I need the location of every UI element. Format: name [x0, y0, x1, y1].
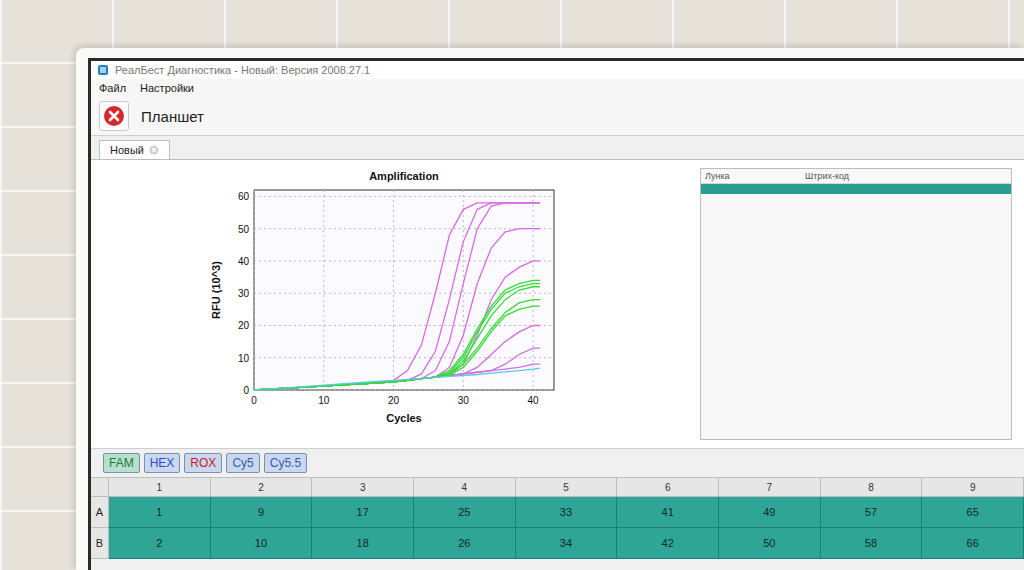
plate-column-header[interactable]: 1: [109, 477, 211, 497]
plate-column-header[interactable]: 3: [312, 477, 414, 497]
channel-button[interactable]: FAM: [103, 453, 140, 473]
plate-column-header[interactable]: 5: [516, 477, 618, 497]
amplification-curve: [254, 261, 540, 390]
tab-close-icon[interactable]: [149, 145, 159, 155]
amplification-chart: Amplification 0 10 20 30 40 50 60 0 10 20 30 40 Cycle…: [206, 166, 586, 438]
column-header[interactable]: Лунка: [705, 171, 805, 181]
chart-title: Amplification: [369, 170, 439, 182]
svg-text:0: 0: [251, 395, 257, 406]
svg-text:30: 30: [457, 395, 469, 406]
plate-well[interactable]: 66: [922, 528, 1024, 559]
svg-text:10: 10: [237, 353, 249, 364]
amplification-curve: [254, 364, 540, 390]
plate-well[interactable]: 42: [617, 528, 719, 559]
svg-text:20: 20: [237, 320, 249, 331]
tab[interactable]: Новый: [99, 140, 170, 159]
plate-well[interactable]: 18: [312, 528, 414, 559]
amplification-curve: [254, 203, 540, 390]
amplification-curve: [254, 300, 540, 390]
svg-text:10: 10: [318, 395, 330, 406]
well-table-row[interactable]: [701, 184, 1011, 194]
plate-column-header[interactable]: 7: [719, 477, 821, 497]
menu-item[interactable]: Настройки: [140, 82, 194, 94]
x-tick: 20: [387, 190, 399, 406]
x-axis-label: Cycles: [386, 412, 421, 424]
y-tick: 60: [237, 191, 553, 202]
amplification-curve: [254, 203, 540, 390]
column-header[interactable]: Штрих-код: [805, 171, 1007, 181]
plate-row-header[interactable]: A: [91, 497, 109, 528]
plate-column-header[interactable]: 6: [617, 477, 719, 497]
plate-well[interactable]: 10: [211, 528, 313, 559]
plate-well[interactable]: 1: [109, 497, 211, 528]
amplification-curve: [254, 368, 540, 390]
plate-well[interactable]: 58: [821, 528, 923, 559]
svg-text:50: 50: [237, 224, 249, 235]
plate-column-header[interactable]: 2: [211, 477, 313, 497]
plate-well[interactable]: 65: [922, 497, 1024, 528]
plate-well[interactable]: 9: [211, 497, 313, 528]
svg-text:0: 0: [243, 385, 249, 396]
plot-area: [254, 190, 554, 390]
plate-well[interactable]: 41: [617, 497, 719, 528]
plate-column-header[interactable]: 4: [414, 477, 516, 497]
amplification-curve: [254, 284, 540, 390]
channel-button[interactable]: ROX: [184, 453, 222, 473]
amplification-curve: [254, 229, 540, 390]
menu-item[interactable]: Файл: [99, 82, 126, 94]
channel-bar: FAMHEXROXCy5Cy5.5: [91, 449, 1024, 477]
x-tick: 0: [251, 190, 257, 406]
amplification-curve: [254, 306, 540, 390]
plate-grid: 123456789A1917253341495765B2101826344250…: [91, 477, 1024, 559]
y-tick: 40: [237, 256, 553, 267]
well-table-header: ЛункаШтрих-код: [701, 169, 1011, 184]
plate-column-header[interactable]: 8: [821, 477, 923, 497]
plate-well[interactable]: 50: [719, 528, 821, 559]
amplification-curve: [254, 280, 540, 390]
plate-well[interactable]: 57: [821, 497, 923, 528]
channel-button[interactable]: Cy5: [226, 453, 259, 473]
svg-text:40: 40: [527, 395, 539, 406]
window-title: РеалБест Диагностика - Новый: Версия 200…: [115, 64, 370, 76]
well-table: ЛункаШтрих-код: [700, 168, 1012, 440]
plate-well[interactable]: 17: [312, 497, 414, 528]
y-tick: 20: [237, 320, 553, 331]
plate-column-header[interactable]: 9: [922, 477, 1024, 497]
svg-text:20: 20: [387, 395, 399, 406]
app-icon: [97, 64, 109, 76]
x-tick: 10: [318, 190, 330, 406]
close-icon: [103, 105, 125, 127]
toolbar-title: Планшет: [141, 108, 204, 125]
channel-button[interactable]: HEX: [144, 453, 181, 473]
plate-well[interactable]: 25: [414, 497, 516, 528]
app-window: РеалБест Диагностика - Новый: Версия 200…: [88, 58, 1024, 570]
plate-row-header[interactable]: B: [91, 528, 109, 559]
chart-area: Amplification 0 10 20 30 40 50 60 0 10 20 30 40 Cycle…: [91, 160, 700, 448]
svg-text:60: 60: [237, 191, 249, 202]
svg-text:30: 30: [237, 288, 249, 299]
menu-bar: Файл Настройки: [91, 79, 1024, 97]
close-button[interactable]: [99, 101, 129, 131]
plate-corner: [91, 477, 109, 497]
plate-well[interactable]: 33: [516, 497, 618, 528]
results-area: Amplification 0 10 20 30 40 50 60 0 10 20 30 40 Cycle…: [91, 160, 1024, 449]
amplification-curve: [254, 203, 540, 390]
plate-well[interactable]: 49: [719, 497, 821, 528]
channel-button[interactable]: Cy5.5: [264, 453, 307, 473]
y-tick: 10: [237, 353, 553, 364]
plate-well[interactable]: 2: [109, 528, 211, 559]
plate-well[interactable]: 34: [516, 528, 618, 559]
tab-strip: Новый: [91, 136, 1024, 160]
y-axis-label: RFU (10^3): [210, 261, 222, 319]
plate-well[interactable]: 26: [414, 528, 516, 559]
amplification-curve: [254, 348, 540, 390]
svg-text:40: 40: [237, 256, 249, 267]
monitor-bezel: РеалБест Диагностика - Новый: Версия 200…: [76, 48, 1024, 570]
title-bar: РеалБест Диагностика - Новый: Версия 200…: [91, 61, 1024, 79]
tiled-wall: РеалБест Диагностика - Новый: Версия 200…: [0, 0, 1024, 570]
amplification-curve: [254, 325, 540, 390]
toolbar: Планшет: [91, 97, 1024, 136]
y-tick: 50: [237, 224, 553, 235]
x-tick: 40: [527, 190, 539, 406]
